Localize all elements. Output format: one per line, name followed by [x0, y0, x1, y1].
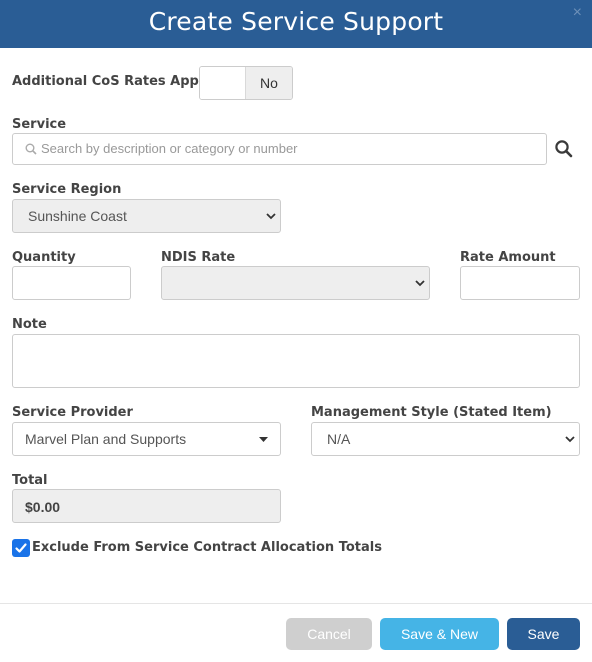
checkmark-icon: [15, 543, 27, 553]
ndis-rate-select[interactable]: [161, 266, 430, 300]
total-label: Total: [12, 473, 48, 488]
cos-rates-toggle[interactable]: No: [199, 66, 293, 100]
search-icon[interactable]: [554, 139, 574, 159]
quantity-label: Quantity: [12, 250, 76, 265]
management-style-label: Management Style (Stated Item): [311, 405, 552, 420]
caret-down-icon: [259, 437, 268, 442]
exclude-label[interactable]: Exclude From Service Contract Allocation…: [32, 540, 382, 555]
save-and-new-button[interactable]: Save & New: [380, 618, 499, 650]
save-button[interactable]: Save: [507, 618, 580, 650]
exclude-checkbox[interactable]: [12, 539, 30, 557]
close-icon[interactable]: ×: [573, 3, 582, 23]
footer-divider: [0, 603, 592, 604]
service-search-input[interactable]: Search by description or category or num…: [12, 133, 547, 165]
cancel-button[interactable]: Cancel: [286, 618, 372, 650]
rate-amount-label: Rate Amount: [460, 250, 556, 265]
service-label: Service: [12, 117, 67, 132]
dialog-header: Create Service Support ×: [0, 0, 592, 48]
total-value: $0.00: [25, 499, 61, 515]
service-provider-value: Marvel Plan and Supports: [25, 431, 187, 447]
service-provider-select[interactable]: Marvel Plan and Supports: [12, 422, 281, 456]
service-region-value: Sunshine Coast: [28, 208, 127, 224]
toggle-state-text: No: [246, 67, 292, 99]
ndis-rate-label: NDIS Rate: [161, 250, 236, 265]
search-icon: [25, 143, 37, 155]
chevron-down-icon: [565, 436, 575, 443]
dialog-title: Create Service Support: [148, 7, 444, 36]
management-style-select[interactable]: N/A: [311, 422, 580, 456]
chevron-down-icon: [266, 213, 276, 220]
service-provider-label: Service Provider: [12, 405, 133, 420]
management-style-value: N/A: [327, 431, 351, 447]
toggle-knob: [200, 67, 246, 99]
cos-rates-label: Additional CoS Rates Apply: [12, 74, 212, 89]
rate-amount-input[interactable]: [460, 266, 580, 300]
service-region-select[interactable]: Sunshine Coast: [12, 199, 281, 233]
chevron-down-icon: [415, 280, 425, 287]
note-textarea[interactable]: [12, 334, 580, 388]
note-label: Note: [12, 317, 47, 332]
service-region-label: Service Region: [12, 182, 122, 197]
service-search-placeholder: Search by description or category or num…: [41, 141, 298, 156]
total-field: $0.00: [12, 489, 281, 523]
quantity-input[interactable]: [12, 266, 131, 300]
